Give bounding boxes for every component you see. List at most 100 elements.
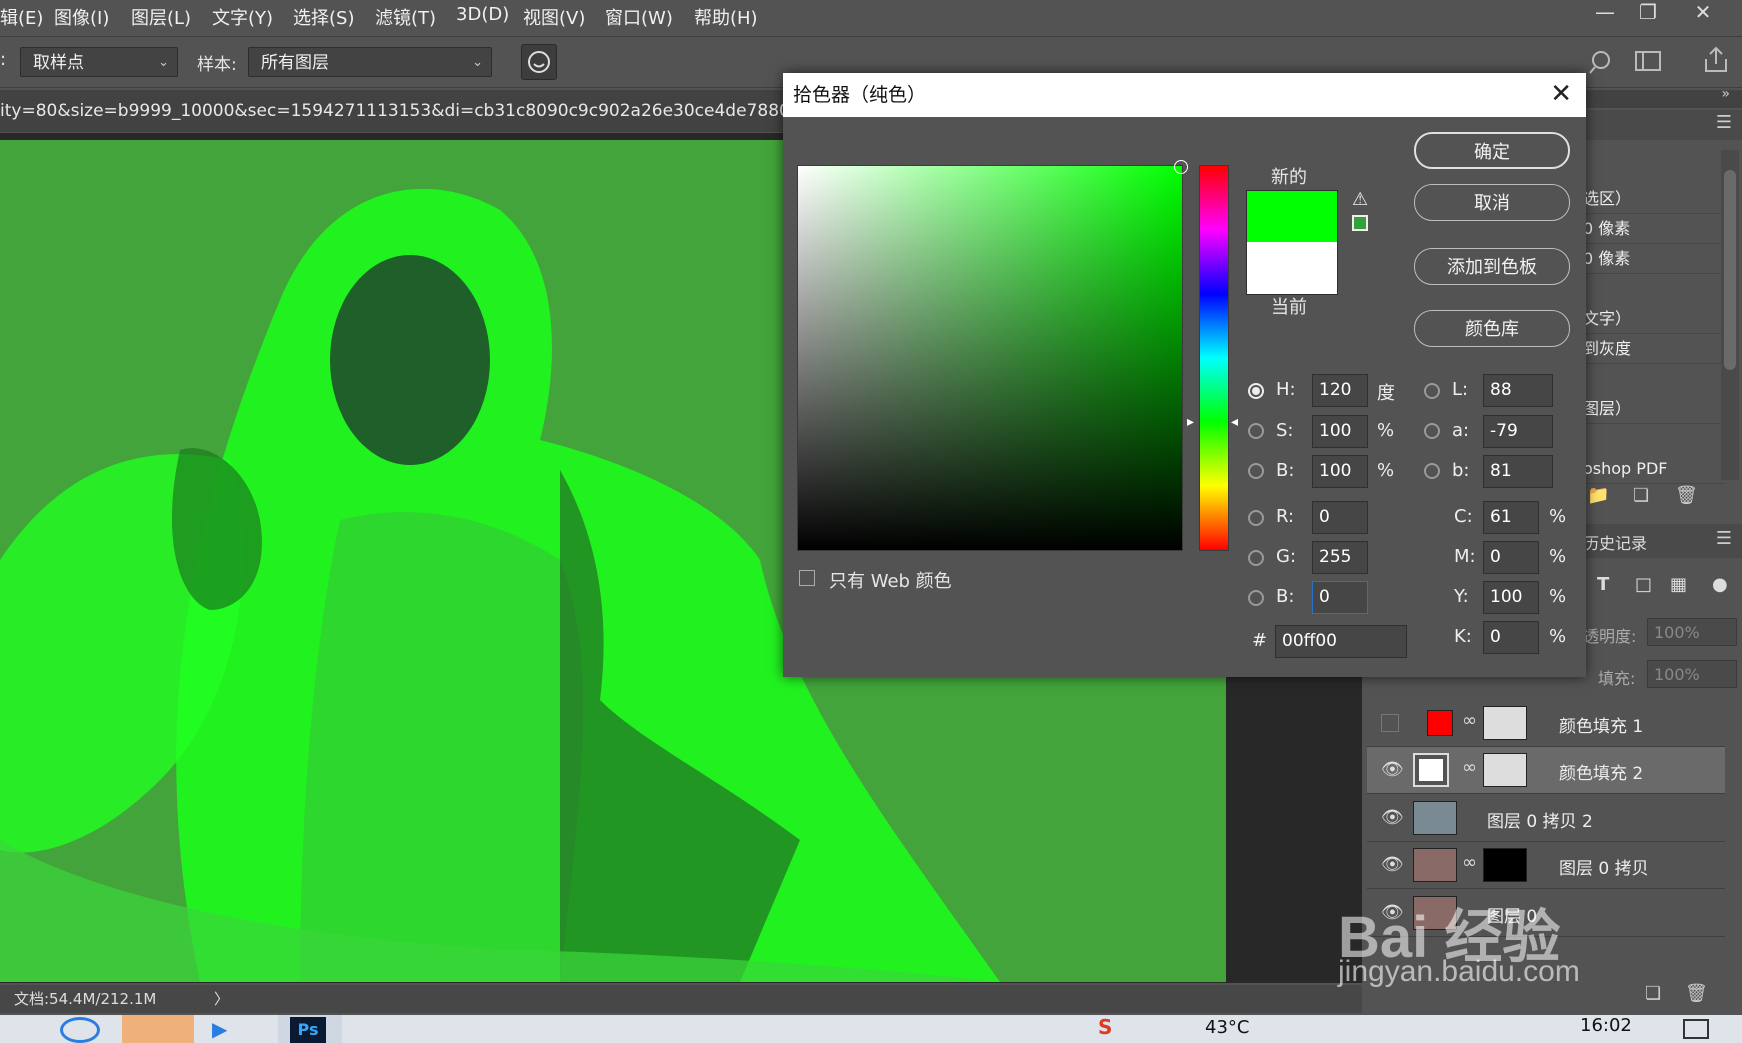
menu-view[interactable]: 视图(V) xyxy=(523,4,585,30)
menu-help[interactable]: 帮助(H) xyxy=(694,4,758,30)
history-tab[interactable]: 历史记录 xyxy=(1583,530,1647,554)
visibility-off-box[interactable] xyxy=(1381,714,1399,732)
magenta-field[interactable]: 0 xyxy=(1483,541,1539,574)
mask-thumbnail[interactable] xyxy=(1483,848,1527,882)
menu-filter[interactable]: 滤镜(T) xyxy=(375,4,436,30)
layer-thumbnail[interactable] xyxy=(1413,848,1457,882)
notification-icon[interactable] xyxy=(1683,1019,1709,1039)
lab-a-radio[interactable] xyxy=(1424,423,1440,439)
lab-b-field[interactable]: 81 xyxy=(1483,455,1553,488)
hue-radio[interactable] xyxy=(1248,383,1264,399)
layer-row[interactable]: ∞ 颜色填充 1 xyxy=(1367,700,1725,747)
clock[interactable]: 16:02 xyxy=(1580,1015,1632,1036)
trash-icon[interactable]: 🗑 xyxy=(1675,485,1698,506)
black-field[interactable]: 0 xyxy=(1483,621,1539,654)
photoshop-taskbar-button[interactable]: Ps xyxy=(278,1015,342,1043)
green-radio[interactable] xyxy=(1248,550,1264,566)
close-icon[interactable]: ✕ xyxy=(1550,73,1572,115)
red-field[interactable]: 0 xyxy=(1312,501,1368,534)
layer-row-selected[interactable]: 👁 ∞ 颜色填充 2 xyxy=(1367,747,1725,794)
player-icon[interactable]: ▶ xyxy=(212,1017,252,1043)
delete-layer-icon[interactable]: 🗑 xyxy=(1685,983,1708,1004)
ok-button[interactable]: 确定 xyxy=(1414,132,1570,169)
status-arrow[interactable]: 〉 xyxy=(214,985,229,1013)
saturation-field[interactable]: 100 xyxy=(1312,415,1368,448)
saturation-brightness-field[interactable] xyxy=(797,160,1188,551)
menu-image[interactable]: 图像(I) xyxy=(54,4,109,30)
filter-toggle-icon[interactable]: ● xyxy=(1712,574,1728,595)
lab-b-radio[interactable] xyxy=(1424,463,1440,479)
select-subject-button[interactable] xyxy=(521,44,557,80)
color-cursor[interactable] xyxy=(1174,160,1188,174)
menu-type[interactable]: 文字(Y) xyxy=(212,4,273,30)
saturation-radio[interactable] xyxy=(1248,423,1264,439)
hue-arrow-right-icon[interactable]: ◂ xyxy=(1231,414,1238,430)
menu-3d[interactable]: 3D(D) xyxy=(456,4,509,25)
shape-filter-icon[interactable]: □ xyxy=(1635,574,1652,595)
color-libraries-button[interactable]: 颜色库 xyxy=(1414,310,1570,347)
app-icon[interactable] xyxy=(122,1015,194,1043)
input-method-icon[interactable]: S xyxy=(1098,1015,1112,1039)
new-item-icon[interactable]: ❏ xyxy=(1633,485,1649,506)
browser-icon[interactable] xyxy=(60,1017,100,1043)
sample-size-select[interactable]: 取样点 ⌄ xyxy=(20,47,178,77)
share-icon[interactable] xyxy=(1702,45,1730,75)
layer-thumbnail[interactable] xyxy=(1413,801,1457,835)
gamut-warning-icon[interactable]: ⚠ xyxy=(1352,189,1368,210)
hue-slider[interactable] xyxy=(1199,165,1229,551)
lab-l-radio[interactable] xyxy=(1424,383,1440,399)
add-to-swatches-button[interactable]: 添加到色板 xyxy=(1414,248,1570,285)
hex-field[interactable]: 00ff00 xyxy=(1275,625,1407,658)
brightness-field[interactable]: 100 xyxy=(1312,455,1368,488)
search-icon[interactable] xyxy=(1587,47,1617,77)
eye-icon[interactable]: 👁 xyxy=(1381,759,1404,780)
brightness-radio[interactable] xyxy=(1248,463,1264,479)
lab-l-field[interactable]: 88 xyxy=(1483,374,1553,407)
sample-select[interactable]: 所有图层 ⌄ xyxy=(248,47,492,77)
blue-radio[interactable] xyxy=(1248,590,1264,606)
mask-thumbnail[interactable] xyxy=(1483,753,1527,787)
link-icon[interactable]: ∞ xyxy=(1462,710,1477,731)
fill-color-swatch[interactable] xyxy=(1427,710,1453,736)
mask-thumbnail[interactable] xyxy=(1483,706,1527,740)
document-tab[interactable]: ity=80&size=b9999_10000&sec=159427111315… xyxy=(0,90,790,132)
menu-select[interactable]: 选择(S) xyxy=(293,4,354,30)
red-radio[interactable] xyxy=(1248,510,1264,526)
cancel-button[interactable]: 取消 xyxy=(1414,184,1570,221)
close-window-icon[interactable]: ✕ xyxy=(1678,0,1728,28)
scrollbar-thumb[interactable] xyxy=(1724,170,1736,370)
hue-arrow-left-icon[interactable]: ▸ xyxy=(1187,414,1194,430)
cyan-field[interactable]: 61 xyxy=(1483,501,1539,534)
hue-field[interactable]: 120 xyxy=(1312,374,1368,407)
panel-menu-icon[interactable]: ☰ xyxy=(1716,528,1732,549)
eye-icon[interactable]: 👁 xyxy=(1381,807,1404,828)
green-field[interactable]: 255 xyxy=(1312,541,1368,574)
link-icon[interactable]: ∞ xyxy=(1462,852,1477,873)
current-color-swatch[interactable] xyxy=(1246,242,1338,295)
type-filter-icon[interactable]: T xyxy=(1597,574,1609,595)
yellow-field[interactable]: 100 xyxy=(1483,581,1539,614)
blue-field[interactable]: 0 xyxy=(1312,581,1368,614)
lab-a-field[interactable]: -79 xyxy=(1483,415,1553,448)
panel-menu-icon[interactable]: ☰ xyxy=(1716,112,1732,133)
link-icon[interactable]: ∞ xyxy=(1462,757,1477,778)
workspace-icon[interactable] xyxy=(1634,49,1662,73)
menu-layer[interactable]: 图层(L) xyxy=(131,4,191,30)
fill-color-swatch-frame[interactable] xyxy=(1413,753,1449,787)
menu-window[interactable]: 窗口(W) xyxy=(605,4,673,30)
layer-row[interactable]: 👁 ∞ 图层 0 拷贝 xyxy=(1367,842,1725,889)
folder-icon[interactable]: 📁 xyxy=(1587,485,1609,506)
restore-icon[interactable]: ❐ xyxy=(1623,0,1673,28)
opacity-field[interactable]: 100% xyxy=(1647,618,1737,646)
web-only-checkbox[interactable] xyxy=(799,570,815,586)
layer-row[interactable]: 👁 图层 0 拷贝 2 xyxy=(1367,795,1725,842)
eye-icon[interactable]: 👁 xyxy=(1381,854,1404,875)
menu-edit[interactable]: 辑(E) xyxy=(0,4,43,30)
smart-object-filter-icon[interactable]: ▦ xyxy=(1670,574,1687,595)
fill-field[interactable]: 100% xyxy=(1647,660,1737,688)
red-label: R: xyxy=(1276,506,1295,527)
web-safe-swatch-icon[interactable] xyxy=(1352,215,1368,231)
new-layer-icon[interactable]: ❏ xyxy=(1645,983,1661,1004)
collapse-icon[interactable]: » xyxy=(1721,86,1730,102)
panel-scrollbar[interactable] xyxy=(1721,150,1739,480)
